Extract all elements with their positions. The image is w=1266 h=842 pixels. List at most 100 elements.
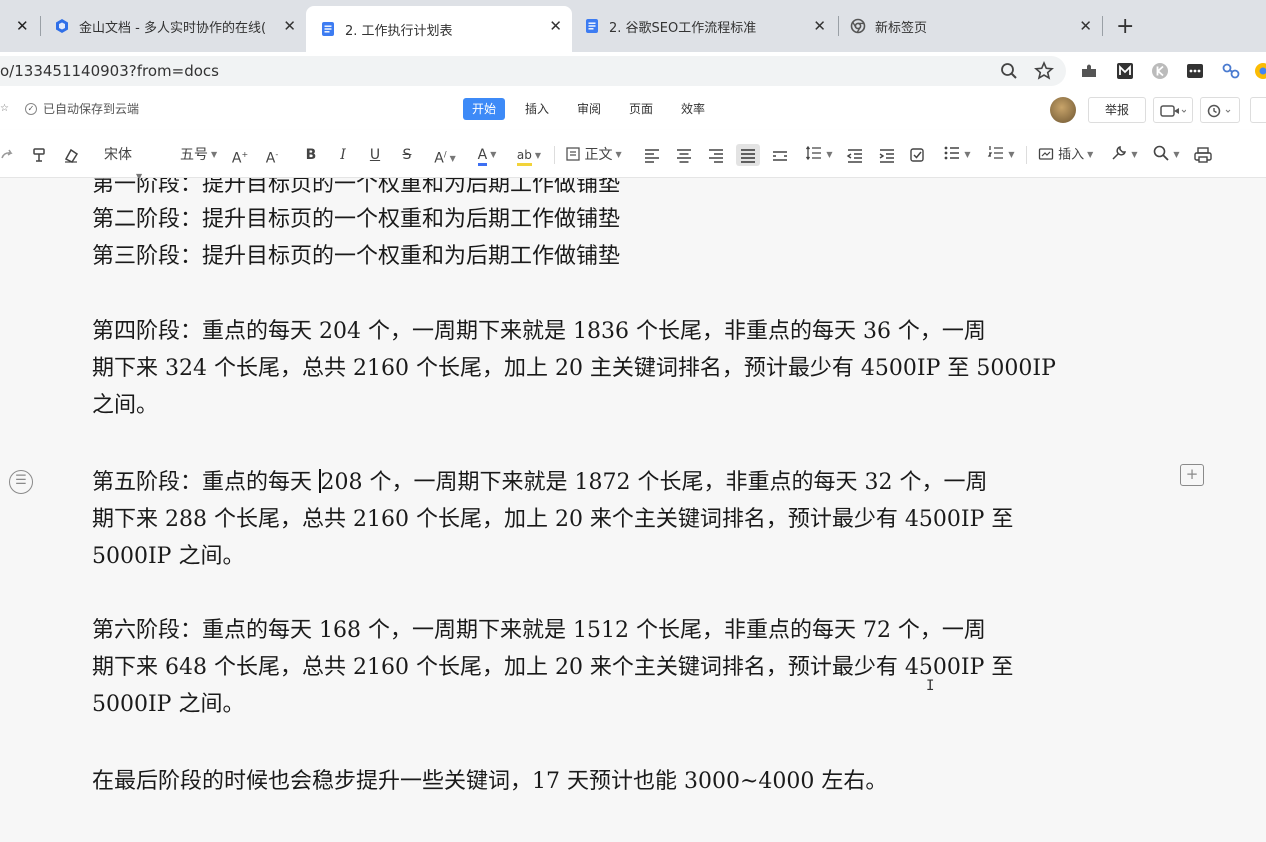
- tools-button[interactable]: ▼: [1108, 144, 1140, 166]
- font-size-select[interactable]: 五号 ▼: [180, 144, 220, 166]
- url-text: o/133451140903?from=docs: [0, 62, 219, 80]
- tab-close-icon[interactable]: ✕: [1079, 17, 1092, 35]
- new-tab-button[interactable]: +: [1116, 14, 1134, 39]
- paragraph-line: 期下来 288 个长尾，总共 2160 个长尾，加上 20 来个主关键词排名，预…: [92, 507, 1014, 532]
- highlight-color-icon[interactable]: ab ▼: [512, 144, 546, 166]
- superscript-icon[interactable]: A/▼: [430, 144, 460, 167]
- font-family-value: 宋体: [104, 147, 132, 163]
- bullet-list-button[interactable]: ▼: [941, 144, 973, 166]
- paragraph-handle-icon[interactable]: ☰: [9, 470, 33, 494]
- paragraph-style-value: 正文: [584, 147, 613, 163]
- extension-link-icon[interactable]: [1220, 60, 1242, 82]
- autosave-text: 已自动保存到云端: [42, 102, 139, 116]
- caret-line-text: 第五阶段：重点的每天 208 个，一周期下来就是 1872 个长尾，非重点的每天…: [92, 469, 988, 495]
- app-header: ☆ ✓ 已自动保存到云端 开始 插入 审阅 页面 效率 举报: [0, 92, 1266, 130]
- font-color-icon[interactable]: A ▼: [472, 144, 502, 166]
- align-right-icon[interactable]: [707, 144, 725, 166]
- document-icon: [586, 19, 598, 33]
- paragraph-line: 第六阶段：重点的每天 168 个，一周期下来就是 1512 个长尾，非重点的每天…: [92, 618, 986, 643]
- text-caret: [319, 469, 321, 493]
- tab-title: 2. 谷歌SEO工作流程标准: [609, 20, 757, 36]
- paragraph-stage-2[interactable]: 第二阶段：提升目标页的一个权重和为后期工作做铺垫: [92, 201, 1092, 238]
- menu-tab-start[interactable]: 开始: [463, 98, 506, 120]
- line-spacing-button[interactable]: ▼: [803, 144, 835, 166]
- menu-tab-review[interactable]: 审阅: [568, 98, 610, 120]
- font-family-select[interactable]: 宋体▼: [104, 144, 170, 181]
- numbered-list-button[interactable]: ▼: [985, 144, 1017, 166]
- user-avatar[interactable]: [1050, 97, 1076, 123]
- extension-puzzle-icon[interactable]: [1078, 60, 1100, 82]
- strikethrough-icon[interactable]: S: [397, 144, 417, 166]
- paragraph-line: 期下来 324 个长尾，总共 2160 个长尾，加上 20 主关键词排名，预计最…: [92, 356, 1056, 381]
- increase-font-icon[interactable]: A+: [230, 144, 250, 167]
- paragraph-stage-4[interactable]: 第四阶段：重点的每天 204 个，一周期下来就是 1836 个长尾，非重点的每天…: [92, 313, 1092, 424]
- paragraph-stage-3[interactable]: 第三阶段：提升目标页的一个权重和为后期工作做铺垫: [92, 238, 1092, 275]
- paragraph-stage-1[interactable]: 第一阶段：提升目标页的一个权重和为后期工作做铺垫: [92, 178, 1092, 203]
- paragraph-line: 5000IP 之间。: [92, 692, 245, 717]
- insert-button[interactable]: 插入 ▼: [1038, 144, 1098, 166]
- document-canvas[interactable]: 第一阶段：提升目标页的一个权重和为后期工作做铺垫 第二阶段：提升目标页的一个权重…: [0, 178, 1266, 842]
- paragraph-line: 第四阶段：重点的每天 204 个，一周期下来就是 1836 个长尾，非重点的每天…: [92, 319, 986, 344]
- extension-k-icon[interactable]: [1149, 60, 1171, 82]
- tab-kdocs[interactable]: 金山文档 - 多人实时协作的在线( ✕: [46, 8, 306, 44]
- extension-dots-icon[interactable]: [1184, 60, 1206, 82]
- redo-icon[interactable]: [0, 144, 16, 166]
- tab-seo-standard[interactable]: 2. 谷歌SEO工作流程标准 ✕: [574, 8, 836, 44]
- paragraph-stage-6[interactable]: 第六阶段：重点的每天 168 个，一周期下来就是 1512 个长尾，非重点的每天…: [92, 612, 1092, 723]
- menu-tab-page[interactable]: 页面: [620, 98, 662, 120]
- justify-icon[interactable]: [736, 144, 760, 166]
- insert-label: 插入: [1058, 147, 1085, 163]
- clear-format-icon[interactable]: [61, 144, 81, 166]
- align-left-icon[interactable]: [643, 144, 661, 166]
- chrome-profile-icon[interactable]: [1252, 60, 1266, 82]
- decrease-indent-icon[interactable]: [846, 144, 864, 166]
- report-button[interactable]: 举报: [1088, 97, 1146, 123]
- chrome-icon: [850, 18, 866, 34]
- italic-icon[interactable]: I: [333, 144, 353, 166]
- menu-more-glyph: ☆: [0, 103, 9, 114]
- bullet-list-icon: [945, 146, 960, 160]
- tab-close-icon[interactable]: ✕: [549, 17, 562, 35]
- find-button[interactable]: ▼: [1150, 144, 1182, 166]
- meeting-button[interactable]: [1153, 97, 1193, 123]
- checkbox-list-icon[interactable]: [909, 144, 927, 166]
- bold-icon[interactable]: B: [301, 144, 321, 166]
- search-icon: [1154, 145, 1170, 161]
- align-center-icon[interactable]: [675, 144, 693, 166]
- decrease-font-icon[interactable]: A-: [262, 144, 282, 167]
- menu-tab-efficiency[interactable]: 效率: [672, 98, 714, 120]
- paragraph-style-select[interactable]: 正文 ▼: [566, 144, 634, 166]
- paragraph-line: 之间。: [92, 393, 159, 418]
- tab-close-icon[interactable]: ✕: [813, 17, 826, 35]
- menu-tab-insert[interactable]: 插入: [516, 98, 558, 120]
- history-button[interactable]: [1200, 97, 1240, 123]
- tab-close-icon[interactable]: ✕: [283, 17, 296, 35]
- document-icon: [322, 22, 334, 36]
- add-comment-icon[interactable]: +: [1180, 464, 1204, 486]
- more-button[interactable]: [1250, 97, 1266, 123]
- distributed-align-icon[interactable]: [771, 144, 789, 166]
- url-field[interactable]: o/133451140903?from=docs: [0, 56, 1066, 86]
- print-icon[interactable]: [1193, 144, 1213, 166]
- bookmark-star-icon[interactable]: [1033, 60, 1055, 82]
- format-painter-icon[interactable]: [30, 144, 50, 166]
- autosave-status: ☆ ✓ 已自动保存到云端: [0, 100, 139, 117]
- paragraph-stage-5[interactable]: 第五阶段：重点的每天 208 个，一周期下来就是 1872 个长尾，非重点的每天…: [92, 464, 1092, 575]
- extension-m-icon[interactable]: [1114, 60, 1136, 82]
- zoom-icon[interactable]: [998, 60, 1020, 82]
- browser-tab-bar: ✕ 金山文档 - 多人实时协作的在线( ✕ 2. 工作执行计划表 ✕ 2. 谷歌…: [0, 0, 1266, 52]
- tab-close-icon[interactable]: ✕: [16, 17, 29, 35]
- paragraph-final-stage[interactable]: 在最后阶段的时候也会稳步提升一些关键词，17 天预计也能 3000~4000 左…: [92, 763, 1092, 800]
- dropdown-arrow-icon: ▼: [211, 150, 218, 159]
- tab-title: 2. 工作执行计划表: [345, 23, 453, 39]
- style-icon: [566, 147, 580, 161]
- toolbar-separator: [1026, 146, 1027, 164]
- increase-indent-icon[interactable]: [878, 144, 896, 166]
- tab-work-plan[interactable]: 2. 工作执行计划表 ✕: [306, 6, 572, 52]
- tab-new-tab-page[interactable]: 新标签页 ✕: [840, 8, 1102, 44]
- dropdown-arrow-icon: ▼: [615, 150, 622, 159]
- line-spacing-icon: [806, 145, 822, 161]
- paragraph-line: 第一阶段：提升目标页的一个权重和为后期工作做铺垫: [92, 178, 621, 197]
- numbered-list-icon: [988, 146, 1004, 159]
- underline-icon[interactable]: U: [365, 144, 385, 166]
